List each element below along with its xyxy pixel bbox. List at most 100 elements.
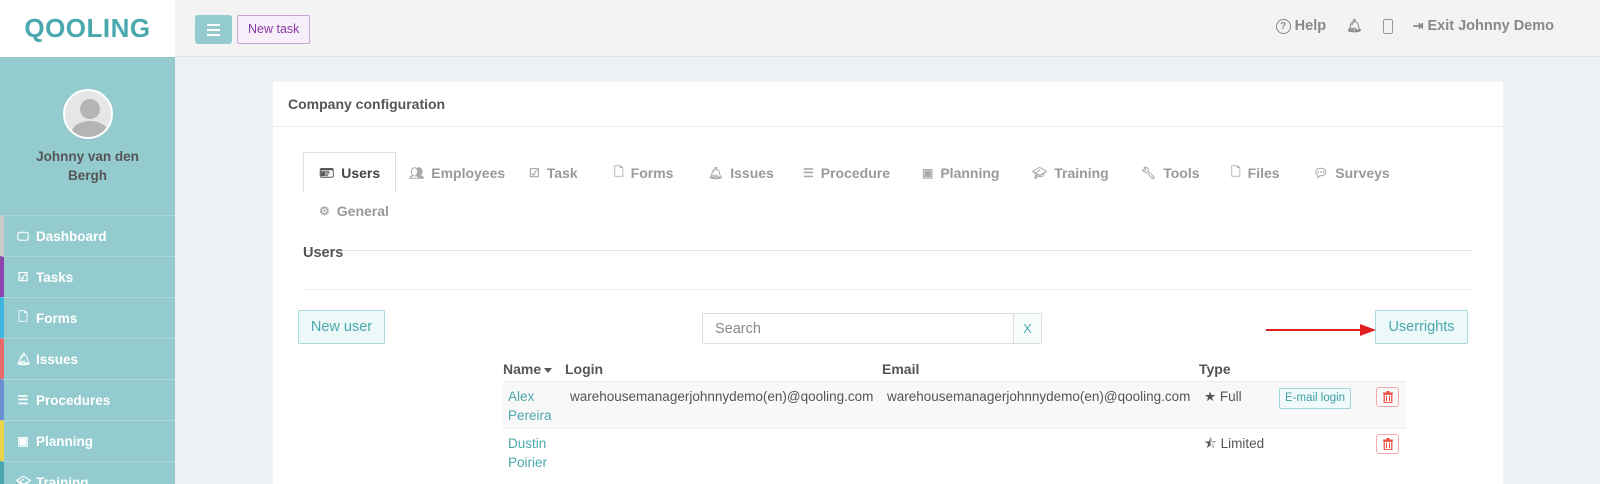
tab-label: Surveys xyxy=(1335,165,1390,181)
tab-files[interactable]: 🗋 Files xyxy=(1231,154,1280,192)
tab-users[interactable]: 🪪︎ Users xyxy=(303,152,397,193)
sidebar-item-procedures[interactable]: ☰ Procedures xyxy=(0,379,175,420)
list-icon: ☰ xyxy=(803,166,814,180)
comment-icon: 💬︎ xyxy=(1313,166,1329,180)
user-first-name: Dustin xyxy=(508,436,547,451)
user-email: warehousemanagerjohnnydemo(en)@qooling.c… xyxy=(887,389,1191,404)
tab-label: Employees xyxy=(431,165,506,181)
column-header-login: Login xyxy=(565,361,604,377)
sidebar-item-dashboard[interactable]: 🖵 Dashboard xyxy=(0,215,175,256)
sidebar-item-label: Training xyxy=(36,474,89,484)
header-label: Name xyxy=(503,361,542,377)
calendar-check-icon: ▣ xyxy=(922,166,934,180)
tab-label: Procedure xyxy=(820,165,891,181)
tab-label: Issues xyxy=(730,165,774,181)
email-login-button[interactable]: E-mail login xyxy=(1279,388,1352,409)
sidebar-item-tasks[interactable]: ☑ Tasks xyxy=(0,256,175,297)
delete-user-button[interactable] xyxy=(1376,434,1399,454)
file-icon: 🗋 xyxy=(18,309,28,324)
profile-name: Johnny van den Bergh xyxy=(36,149,139,183)
logo-area[interactable]: QOOLING xyxy=(0,0,175,57)
tab-label: Planning xyxy=(940,165,1000,181)
user-type: ★ Full xyxy=(1204,387,1242,406)
tab-issues[interactable]: 🔔︎ Issues xyxy=(708,154,774,192)
checkbox-icon: ☑ xyxy=(529,166,540,180)
graduation-cap-icon: 🎓︎ xyxy=(16,475,32,484)
tab-label: Forms xyxy=(630,165,674,181)
question-icon: ? xyxy=(1275,18,1291,34)
user-first-name: Alex xyxy=(508,389,535,404)
tab-surveys[interactable]: 💬︎ Surveys xyxy=(1313,154,1390,192)
user-name-link[interactable]: Alex Pereira xyxy=(508,387,563,425)
star-half-icon: ⯪ xyxy=(1204,436,1217,451)
sign-out-icon: ⇥ xyxy=(1412,18,1424,33)
user-type-label: Full xyxy=(1219,389,1242,404)
tab-label: Tools xyxy=(1163,165,1200,181)
column-header-type: Type xyxy=(1199,361,1231,377)
sidebar-item-planning[interactable]: ▣ Planning xyxy=(0,420,175,461)
list-icon: ☰ xyxy=(17,393,29,407)
device-button[interactable] xyxy=(1382,18,1393,34)
tab-training[interactable]: 🎓︎ Training xyxy=(1032,154,1109,192)
tab-planning[interactable]: ▣ Planning xyxy=(922,154,999,192)
app-logo: QOOLING xyxy=(24,13,151,43)
tab-employees[interactable]: 👥︎ Employees xyxy=(409,154,505,192)
config-tabs: 🪪︎ Users 👥︎ Employees ☑ Task 🗋 Forms 🔔︎ … xyxy=(303,152,1473,251)
menu-toggle-button[interactable] xyxy=(195,15,232,44)
sidebar-item-label: Planning xyxy=(36,433,93,449)
user-type: ⯪ Limited xyxy=(1204,434,1264,453)
sidebar-item-label: Issues xyxy=(36,351,79,367)
tab-general[interactable]: ⚙ General xyxy=(319,192,389,230)
tab-label: Task xyxy=(546,165,578,181)
userrights-button[interactable]: Userrights xyxy=(1375,310,1468,344)
trash-icon xyxy=(1382,438,1393,450)
tab-label: General xyxy=(336,203,389,219)
tab-procedure[interactable]: ☰ Procedure xyxy=(803,154,890,192)
id-card-icon: 🪪︎ xyxy=(319,165,335,180)
sidebar: QOOLING Johnny van den Bergh 🖵 Dashboard… xyxy=(0,0,175,484)
tab-forms[interactable]: 🗋 Forms xyxy=(614,154,673,192)
notifications-button[interactable]: 🔔︎ xyxy=(1346,18,1363,34)
sidebar-item-issues[interactable]: 🔔︎ Issues xyxy=(0,338,175,379)
bell-icon: 🔔︎ xyxy=(708,166,724,180)
search-box: X xyxy=(702,313,1042,344)
help-label: Help xyxy=(1294,18,1327,34)
graduation-cap-icon: 🎓︎ xyxy=(1032,166,1048,180)
bell-icon: 🔔︎ xyxy=(16,352,32,366)
user-last-name: Poirier xyxy=(508,455,548,470)
exit-demo-link[interactable]: ⇥ Exit Johnny Demo xyxy=(1413,18,1554,34)
search-input[interactable] xyxy=(703,314,1013,343)
user-name-link[interactable]: Dustin Poirier xyxy=(508,434,563,472)
sidebar-item-label: Tasks xyxy=(36,269,74,285)
monitor-icon: 🖵 xyxy=(17,228,29,243)
top-bar: New task ? Help 🔔︎ ⇥ Exit Johnny Demo xyxy=(175,0,1600,57)
sidebar-item-training[interactable]: 🎓︎ Training xyxy=(0,461,175,484)
tab-tools[interactable]: 🔧︎ Tools xyxy=(1141,154,1200,192)
help-link[interactable]: ? Help xyxy=(1275,18,1327,34)
new-user-button[interactable]: New user xyxy=(298,310,385,344)
gear-icon: ⚙ xyxy=(319,204,330,218)
new-task-button[interactable]: New task xyxy=(237,15,311,44)
sidebar-item-label: Forms xyxy=(36,310,78,326)
avatar xyxy=(62,89,113,139)
clear-search-button[interactable]: X xyxy=(1013,314,1041,343)
column-header-name[interactable]: Name xyxy=(503,357,553,381)
company-configuration-panel: Company configuration 🪪︎ Users 👥︎ Employ… xyxy=(273,82,1503,484)
divider xyxy=(303,289,1473,290)
users-icon: 👥︎ xyxy=(409,166,425,180)
panel-title: Company configuration xyxy=(273,82,1503,127)
star-icon: ★ xyxy=(1204,389,1217,404)
file-icon: 🗋 xyxy=(1231,164,1241,179)
delete-user-button[interactable] xyxy=(1376,387,1399,407)
tab-label: Training xyxy=(1054,165,1109,181)
sidebar-item-forms[interactable]: 🗋 Forms xyxy=(0,297,175,338)
user-last-name: Pereira xyxy=(508,408,552,423)
trash-icon xyxy=(1382,391,1393,403)
tab-label: Files xyxy=(1247,165,1280,181)
bell-icon: 🔔︎ xyxy=(1346,18,1363,33)
column-header-email: Email xyxy=(882,361,920,377)
tab-task[interactable]: ☑ Task xyxy=(529,154,578,192)
caret-down-icon xyxy=(544,367,553,373)
file-icon: 🗋 xyxy=(614,164,624,179)
table-row: Alex Pereira warehousemanagerjohnnydemo(… xyxy=(503,381,1406,428)
